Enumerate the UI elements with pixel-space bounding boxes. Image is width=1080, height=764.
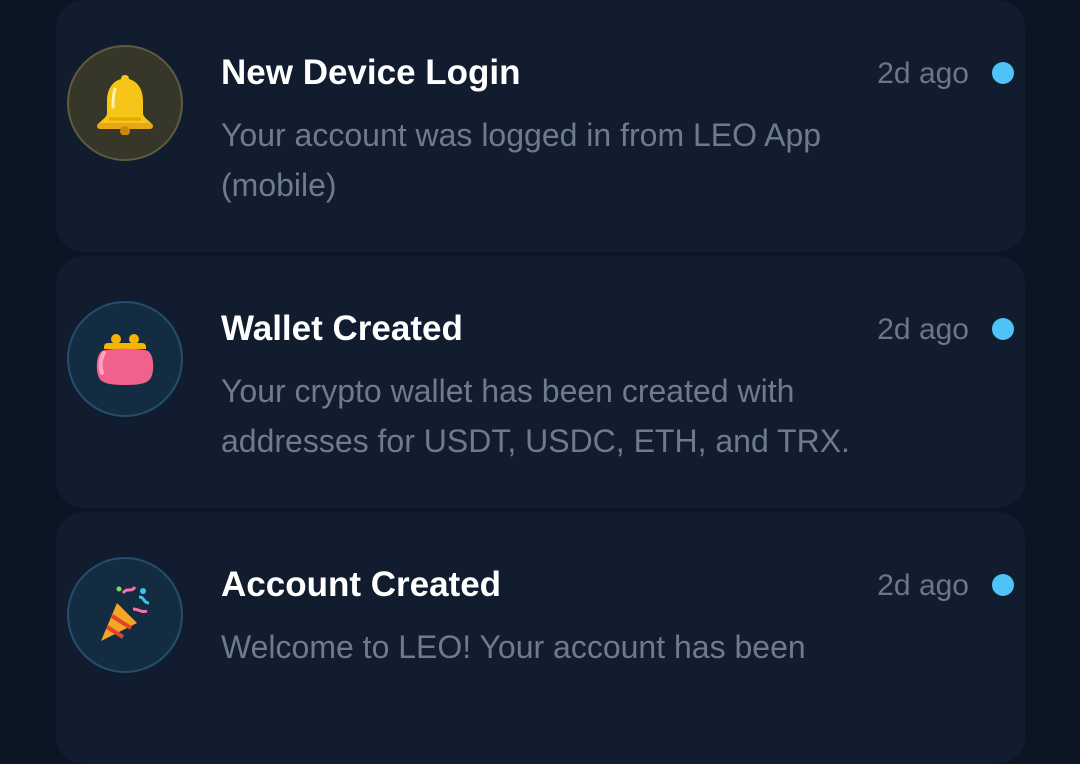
party-popper-icon [67, 557, 183, 673]
notification-item-wallet-created[interactable]: Wallet Created 2d ago Your crypto wallet… [56, 256, 1025, 508]
notification-title: New Device Login [221, 53, 521, 92]
bell-icon [67, 45, 183, 161]
notification-body: Welcome to LEO! Your account has been [221, 629, 806, 665]
unread-dot [992, 318, 1014, 340]
purse-icon [67, 301, 183, 417]
unread-dot [992, 62, 1014, 84]
notification-title: Wallet Created [221, 309, 463, 348]
notification-body: Your crypto wallet has been created with… [221, 373, 850, 459]
notification-item-account-created[interactable]: Account Created 2d ago Welcome to LEO! Y… [56, 512, 1025, 764]
notification-time: 2d ago [877, 57, 969, 90]
notification-item-new-device-login[interactable]: New Device Login 2d ago Your account was… [56, 0, 1025, 252]
notification-title: Account Created [221, 565, 502, 604]
notification-body: Your account was logged in from LEO App … [221, 117, 822, 203]
notification-time: 2d ago [877, 313, 969, 346]
notification-time: 2d ago [877, 569, 969, 602]
unread-dot [992, 574, 1014, 596]
